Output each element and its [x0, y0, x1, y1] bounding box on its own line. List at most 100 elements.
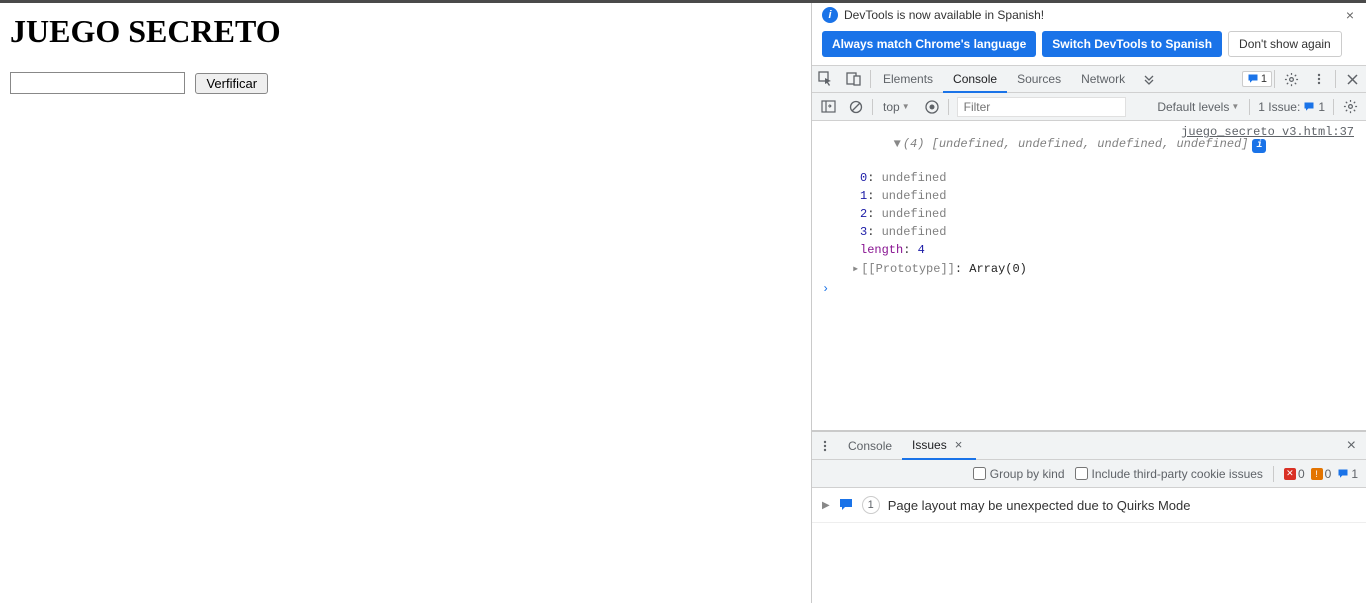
tab-network[interactable]: Network [1071, 65, 1135, 93]
banner-buttons: Always match Chrome's language Switch De… [812, 27, 1366, 65]
dont-show-again-button[interactable]: Don't show again [1228, 31, 1342, 57]
guess-input[interactable] [10, 72, 185, 94]
console-settings-icon[interactable] [1338, 95, 1362, 119]
devtools-panel: i DevTools is now available in Spanish! … [811, 3, 1366, 603]
include-third-party-input[interactable] [1075, 467, 1088, 480]
group-by-kind-checkbox[interactable]: Group by kind [973, 467, 1065, 481]
expand-arrow-icon[interactable]: ▶ [822, 500, 830, 511]
warning-count-badge[interactable]: !0 [1311, 467, 1332, 481]
array-entry-line: 1: undefined [812, 187, 1366, 205]
separator [870, 70, 871, 88]
drawer-close-icon[interactable]: × [1343, 437, 1366, 455]
chat-icon [838, 497, 854, 513]
entry-value: undefined [882, 207, 947, 221]
issue-text: Page layout may be unexpected due to Qui… [888, 498, 1191, 513]
info-count: 1 [1351, 467, 1358, 481]
info-count-badge[interactable]: 1 [1337, 467, 1358, 481]
close-tab-icon[interactable]: × [951, 431, 967, 459]
issue-count-badge: 1 [862, 496, 880, 514]
drawer-tab-issues[interactable]: Issues × [902, 432, 976, 460]
issue-row[interactable]: ▶ 1 Page layout may be unexpected due to… [812, 488, 1366, 523]
issue-count-badges: ✕0 !0 1 [1284, 467, 1358, 481]
array-count: (4) [903, 137, 925, 151]
include-third-party-checkbox[interactable]: Include third-party cookie issues [1075, 467, 1263, 481]
source-link[interactable]: juego_secreto v3.html:37 [1181, 125, 1354, 139]
collapse-arrow-icon[interactable]: ▼ [894, 137, 901, 151]
filter-input[interactable] [957, 97, 1126, 117]
separator [1249, 99, 1250, 115]
entry-key: 0 [860, 171, 867, 185]
console-toolbar: top ▼ Default levels ▼ 1 Issue: 1 [812, 93, 1366, 121]
console-prompt[interactable]: › [812, 278, 1366, 300]
banner-close-button[interactable]: × [1346, 7, 1354, 23]
clear-console-icon[interactable] [844, 95, 868, 119]
separator [1333, 99, 1334, 115]
error-count: 0 [1298, 467, 1305, 481]
separator [1335, 70, 1336, 88]
drawer-tab-bar: Console Issues × × [812, 432, 1366, 460]
issues-link[interactable]: 1 Issue: 1 [1254, 100, 1329, 114]
console-sidebar-toggle-icon[interactable] [816, 95, 840, 119]
entry-value: undefined [882, 225, 947, 239]
settings-icon[interactable] [1277, 65, 1305, 93]
language-banner: i DevTools is now available in Spanish! … [812, 3, 1366, 27]
issues-count: 1 [1318, 100, 1325, 114]
separator [1273, 466, 1274, 482]
drawer-tab-console[interactable]: Console [838, 432, 902, 460]
entry-value: undefined [882, 189, 947, 203]
tab-elements[interactable]: Elements [873, 65, 943, 93]
context-dropdown-value: top [883, 100, 900, 114]
close-devtools-icon[interactable] [1338, 65, 1366, 93]
array-body: [undefined, undefined, undefined, undefi… [932, 137, 1249, 151]
live-expression-icon[interactable] [920, 95, 944, 119]
issues-badge-count: 1 [1261, 73, 1267, 85]
more-tabs-icon[interactable] [1135, 65, 1163, 93]
issues-toolbar: Group by kind Include third-party cookie… [812, 460, 1366, 488]
error-count-badge[interactable]: ✕0 [1284, 467, 1305, 481]
verify-button[interactable]: Verfificar [195, 73, 268, 94]
toggle-device-toolbar-icon[interactable] [840, 65, 868, 93]
page-title: JUEGO SECRETO [10, 13, 801, 50]
entry-key: 3 [860, 225, 867, 239]
inspect-element-icon[interactable] [812, 65, 840, 93]
chevron-down-icon: ▼ [902, 102, 910, 111]
prototype-label: [[Prototype]] [861, 262, 955, 276]
group-by-kind-label: Group by kind [990, 467, 1065, 481]
chat-icon [1303, 101, 1315, 113]
kebab-menu-icon[interactable] [1305, 65, 1333, 93]
info-badge-icon[interactable]: i [1252, 139, 1266, 153]
tab-console[interactable]: Console [943, 65, 1007, 93]
chat-icon [1247, 73, 1259, 85]
entry-key: 1 [860, 189, 867, 203]
separator [948, 99, 949, 115]
devtools-drawer: Console Issues × × Group by kind Include… [812, 430, 1366, 603]
separator [872, 99, 873, 115]
console-output[interactable]: juego_secreto v3.html:37 ▼(4) [undefined… [812, 121, 1366, 430]
log-levels-value: Default levels [1157, 100, 1229, 114]
error-icon: ✕ [1284, 468, 1296, 480]
always-match-language-button[interactable]: Always match Chrome's language [822, 31, 1036, 57]
tab-sources[interactable]: Sources [1007, 65, 1071, 93]
drawer-tab-issues-label: Issues [912, 431, 947, 459]
warning-icon: ! [1311, 468, 1323, 480]
entry-key: 2 [860, 207, 867, 221]
drawer-kebab-icon[interactable] [812, 439, 838, 453]
info-icon: i [822, 7, 838, 23]
length-value: 4 [918, 243, 925, 257]
devtools-tab-bar: Elements Console Sources Network 1 [812, 65, 1366, 93]
log-levels-dropdown[interactable]: Default levels ▼ [1151, 100, 1245, 114]
drawer-empty-area [812, 523, 1366, 603]
group-by-kind-input[interactable] [973, 467, 986, 480]
chat-icon [1337, 468, 1349, 480]
context-dropdown[interactable]: top ▼ [877, 100, 916, 114]
array-prototype-line[interactable]: ▸[[Prototype]]: Array(0) [812, 259, 1366, 278]
include-third-party-label: Include third-party cookie issues [1092, 467, 1263, 481]
page-viewport: JUEGO SECRETO Verfificar [0, 3, 811, 603]
switch-devtools-language-button[interactable]: Switch DevTools to Spanish [1042, 31, 1222, 57]
issues-badge[interactable]: 1 [1242, 71, 1272, 87]
expand-arrow-icon[interactable]: ▸ [852, 262, 859, 276]
entry-value: undefined [882, 171, 947, 185]
prototype-value: Array(0) [969, 262, 1027, 276]
chevron-down-icon: ▼ [1231, 102, 1239, 111]
issues-label: 1 Issue: [1258, 100, 1300, 114]
